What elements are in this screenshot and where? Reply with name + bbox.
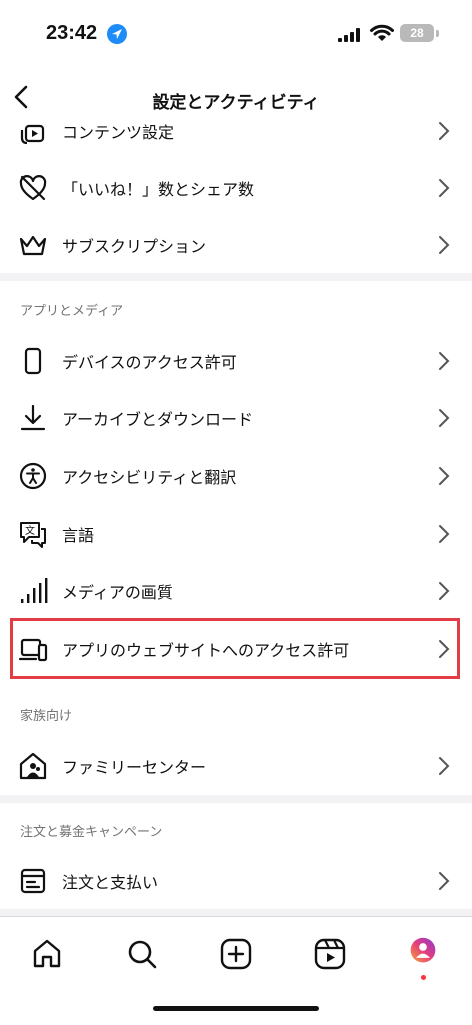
menu-item-label: メディアの画質 [62, 583, 173, 602]
header-overlay: 設定とアクティビティ [0, 75, 472, 123]
chevron-right-icon [439, 582, 450, 600]
status-bar: 23:42 28 [0, 0, 472, 70]
menu-item-orders-payments[interactable]: 注文と支払い [0, 852, 472, 908]
receipt-icon [20, 868, 46, 894]
menu-item-label: デバイスのアクセス許可 [62, 353, 237, 372]
chevron-right-icon [439, 757, 450, 775]
section-divider [0, 273, 472, 281]
cellular-signal-icon [338, 28, 360, 42]
menu-item-label: アクセシビリティと翻訳 [62, 468, 237, 487]
notification-dot [421, 975, 426, 980]
menu-item-family-center[interactable]: ファミリーセンター [0, 737, 472, 793]
download-icon [20, 404, 46, 431]
menu-item-media-quality[interactable]: メディアの画質 [0, 562, 472, 618]
menu-item-label: 言語 [62, 526, 95, 545]
page-title: 設定とアクティビティ [152, 93, 320, 113]
menu-item-accessibility[interactable]: アクセシビリティと翻訳 [0, 447, 472, 503]
profile-avatar[interactable] [406, 937, 440, 971]
wifi-icon [370, 24, 394, 41]
section-title-orders: 注文と募金キャンペーン [20, 825, 163, 840]
menu-item-language[interactable]: 文 言語 [0, 505, 472, 561]
chevron-right-icon [439, 179, 450, 197]
create-icon[interactable] [219, 937, 253, 971]
menu-item-label: アーカイブとダウンロード [62, 410, 254, 429]
section-title-family: 家族向け [20, 709, 73, 724]
chevron-right-icon [439, 467, 450, 485]
translate-icon: 文 [20, 522, 46, 548]
phone-icon [24, 347, 42, 375]
home-indicator [153, 1006, 319, 1011]
chevron-right-icon [439, 409, 450, 427]
menu-item-label: サブスクリプション [62, 237, 207, 256]
menu-item-label: ファミリーセンター [62, 758, 207, 777]
signal-bars-icon [21, 578, 48, 603]
home-icon[interactable] [30, 937, 64, 971]
chevron-right-icon [439, 122, 450, 140]
chevron-right-icon [439, 872, 450, 890]
menu-item-subscriptions[interactable]: サブスクリプション [0, 216, 472, 272]
location-arrow-icon [107, 24, 127, 44]
family-home-icon [19, 752, 47, 780]
reels-icon[interactable] [313, 937, 347, 971]
battery-indicator: 28 [400, 24, 434, 42]
menu-item-device-permissions[interactable]: デバイスのアクセス許可 [0, 332, 472, 388]
crown-icon [19, 235, 47, 256]
highlight-box [10, 618, 460, 679]
status-time: 23:42 [46, 22, 98, 44]
accessibility-icon [19, 462, 47, 490]
chevron-right-icon [439, 352, 450, 370]
svg-text:文: 文 [25, 524, 35, 537]
section-divider [0, 795, 472, 803]
heart-slash-icon [19, 175, 47, 201]
menu-item-label: 「いいね！」数とシェア数 [62, 180, 255, 199]
search-icon[interactable] [125, 937, 159, 971]
menu-item-label: 注文と支払い [62, 873, 159, 892]
menu-item-archive-download[interactable]: アーカイブとダウンロード [0, 389, 472, 445]
section-title-apps: アプリとメディア [20, 304, 124, 319]
menu-item-likes-shares[interactable]: 「いいね！」数とシェア数 [0, 159, 472, 215]
battery-nub [436, 30, 439, 37]
chevron-right-icon [439, 525, 450, 543]
chevron-right-icon [439, 236, 450, 254]
